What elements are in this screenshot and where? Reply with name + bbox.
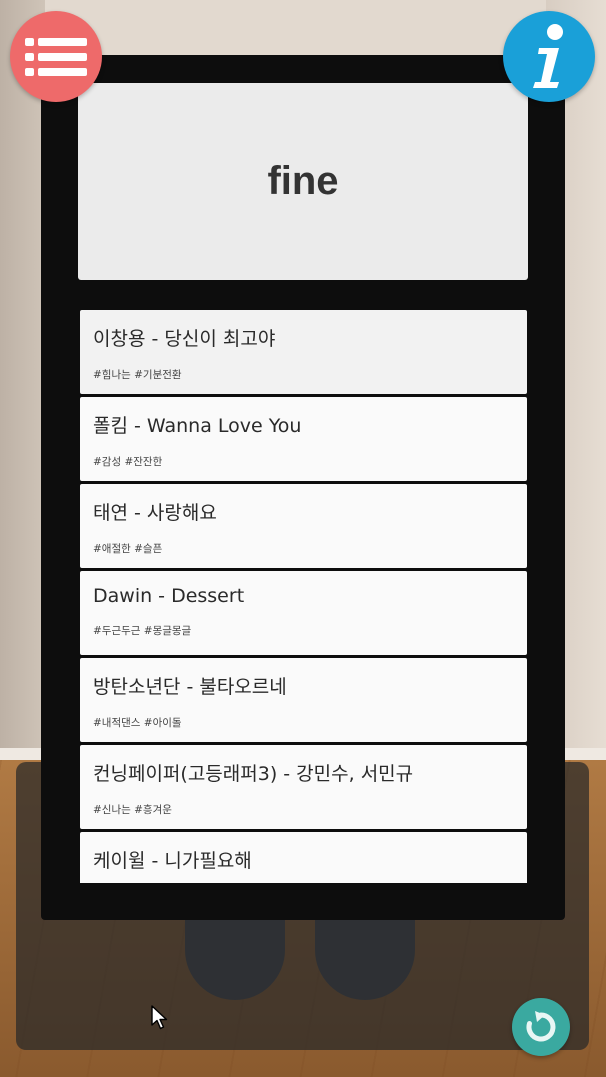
mood-card: fine xyxy=(78,83,528,280)
list-icon xyxy=(25,37,87,76)
refresh-icon xyxy=(526,1011,556,1042)
info-button[interactable] xyxy=(503,11,595,102)
song-tags: #내적댄스 #아이돌 xyxy=(93,717,182,729)
menu-button[interactable] xyxy=(10,11,102,102)
mood-word: fine xyxy=(267,159,339,203)
song-title: Dawin - Dessert xyxy=(93,585,245,607)
info-icon xyxy=(533,23,563,88)
song-title: 폴킴 - Wanna Love You xyxy=(93,415,302,437)
left-wall xyxy=(0,0,45,760)
song-tags: #힘나는 #기분전환 xyxy=(93,369,182,381)
song-item[interactable]: 방탄소년단 - 불타오르네 #내적댄스 #아이돌 xyxy=(80,658,527,742)
song-title: 컨닝페이퍼(고등래퍼3) - 강민수, 서민규 xyxy=(93,763,414,785)
song-item[interactable]: 이창용 - 당신이 최고야 #힘나는 #기분전환 xyxy=(80,310,527,394)
song-tags: #감성 #잔잔한 xyxy=(93,456,163,468)
song-list[interactable]: 이창용 - 당신이 최고야 #힘나는 #기분전환 폴킴 - Wanna Love… xyxy=(80,310,527,883)
song-item[interactable]: Dawin - Dessert #두근두근 #몽글몽글 xyxy=(80,571,527,655)
song-item[interactable]: 폴킴 - Wanna Love You #감성 #잔잔한 xyxy=(80,397,527,481)
song-tags: #두근두근 #몽글몽글 xyxy=(93,625,192,637)
refresh-button[interactable] xyxy=(512,998,570,1056)
song-title: 방탄소년단 - 불타오르네 xyxy=(93,676,287,698)
song-title: 이창용 - 당신이 최고야 xyxy=(93,328,276,350)
song-item[interactable]: 케이윌 - 니가필요해 xyxy=(80,832,527,883)
song-title: 케이윌 - 니가필요해 xyxy=(93,850,252,872)
song-tags: #신나는 #흥겨운 xyxy=(93,804,172,816)
song-tags: #애절한 #슬픈 xyxy=(93,543,163,555)
song-item[interactable]: 컨닝페이퍼(고등래퍼3) - 강민수, 서민규 #신나는 #흥겨운 xyxy=(80,745,527,829)
cursor-icon xyxy=(151,1005,168,1030)
song-title: 태연 - 사랑해요 xyxy=(93,502,217,524)
song-item[interactable]: 태연 - 사랑해요 #애절한 #슬픈 xyxy=(80,484,527,568)
